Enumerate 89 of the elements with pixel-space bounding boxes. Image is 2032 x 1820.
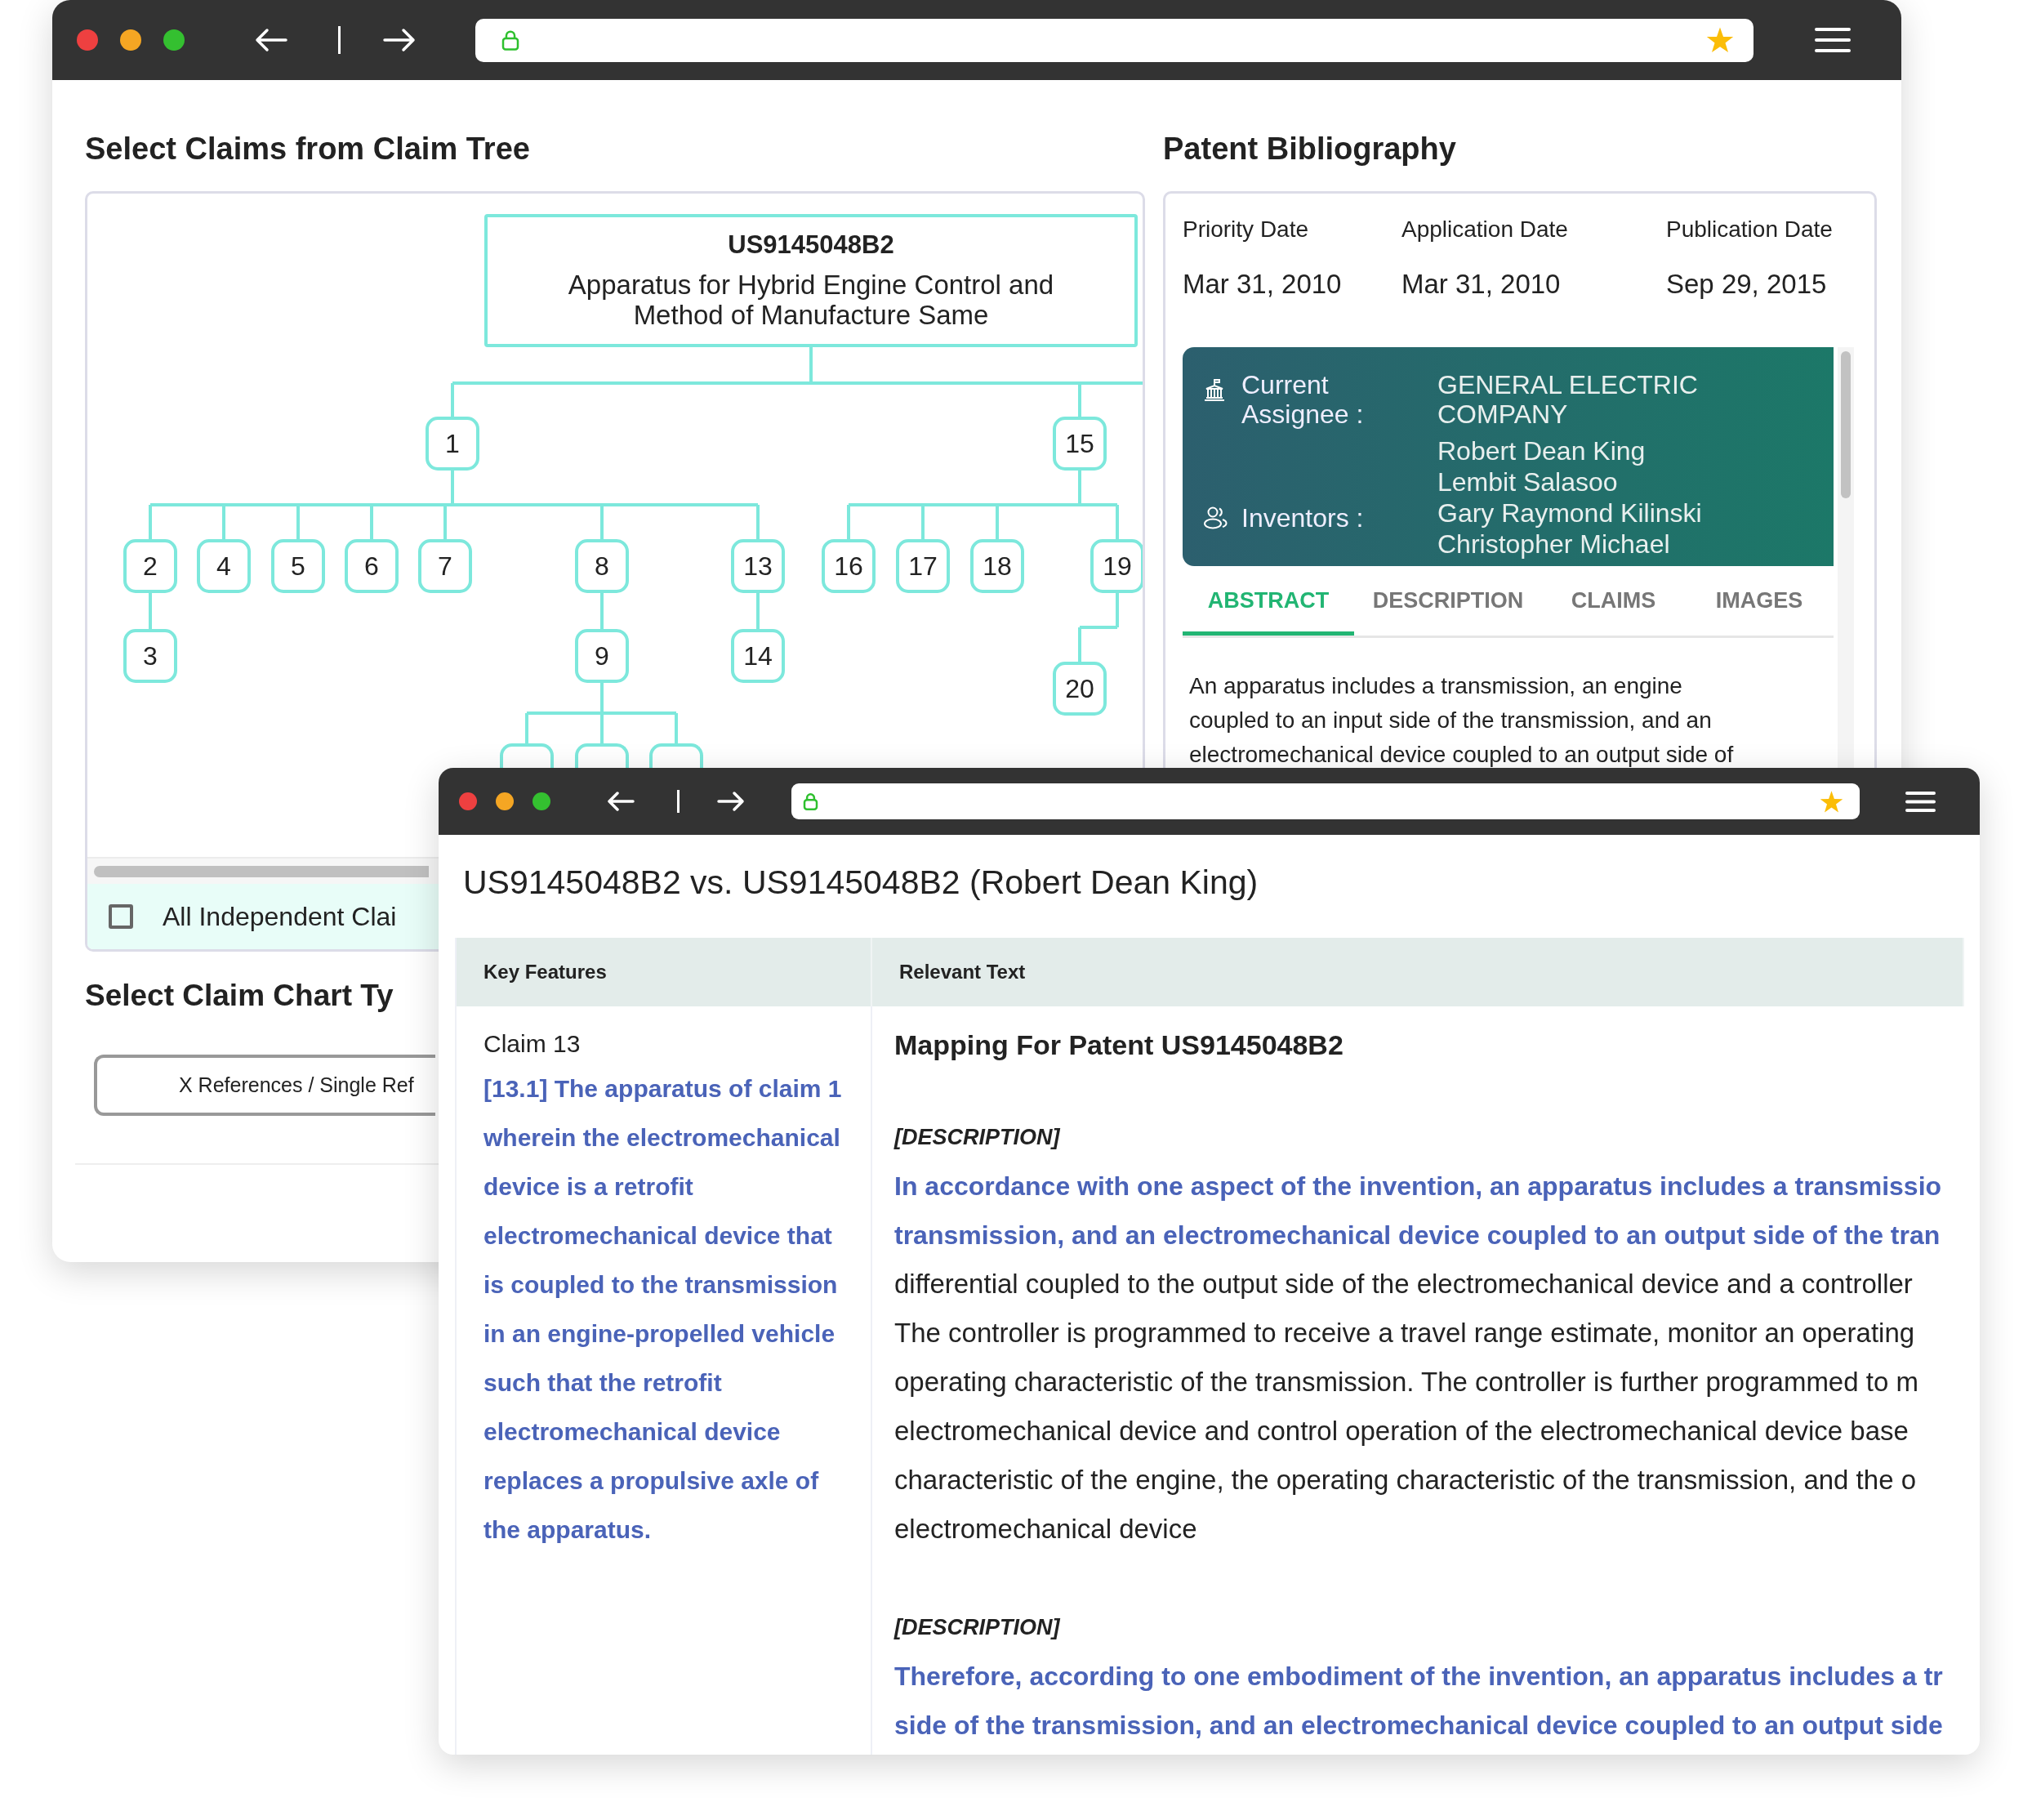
back-arrow-icon[interactable] [607, 791, 635, 812]
claim-node[interactable]: 14 [731, 629, 785, 683]
building-icon [1202, 378, 1227, 403]
highlighted-text: In accordance with one aspect of the invention, an apparatus includes a transmissio [894, 1171, 1943, 1202]
passage-text: electromechanical device and control operation of the electromechanical device base [894, 1415, 1909, 1448]
date-label: Application Date [1401, 216, 1569, 243]
highlighted-text: transmission, and an electromechanical device coupled to an output side of the tran [894, 1220, 1941, 1251]
inventor-name: Gary Raymond Kilinski [1437, 497, 1703, 529]
section-heading: Patent Bibliography [1163, 131, 1457, 167]
star-icon[interactable] [1706, 26, 1734, 54]
star-icon[interactable] [1820, 789, 1843, 814]
tab[interactable]: DESCRIPTION [1354, 566, 1542, 636]
claim-node[interactable]: 15 [1053, 417, 1107, 471]
highlighted-text: side of the transmission, and an electromechanical device coupled to an output side [894, 1710, 1944, 1742]
claim-node[interactable]: 2 [123, 539, 177, 593]
maximize-button[interactable] [533, 792, 550, 810]
connector-line [756, 591, 760, 631]
inventor-name: Christopher Michael [1437, 529, 1671, 560]
maximize-button[interactable] [163, 29, 185, 51]
scrollbar[interactable] [94, 865, 429, 877]
chart-type-button[interactable]: X References / Single Ref [94, 1055, 435, 1116]
source-label: [DESCRIPTION] [894, 1124, 1061, 1151]
claim-node[interactable] [575, 743, 629, 768]
page-title: US9145048B2 vs. US9145048B2 (Robert Dean King) [463, 863, 1259, 903]
abstract-text: electromechanical device coupled to an output side of [1189, 741, 1735, 769]
back-arrow-icon[interactable] [255, 28, 287, 52]
inventor-name: Lembit Salasoo [1437, 466, 1619, 497]
claim-node[interactable]: 17 [896, 539, 950, 593]
field-label: Current Assignee : [1241, 370, 1365, 430]
claim-node[interactable]: 1 [426, 417, 479, 471]
passage-text: characteristic of the engine, the operating characteristic of the transmission, and the o [894, 1464, 1918, 1497]
claim-node[interactable]: 3 [123, 629, 177, 683]
tab[interactable]: IMAGES [1685, 566, 1834, 636]
claim-node[interactable]: 6 [345, 539, 399, 593]
date-label: Publication Date [1666, 216, 1834, 243]
minimize-button[interactable] [120, 29, 141, 51]
date-value: Mar 31, 2010 [1401, 268, 1562, 301]
claim-node[interactable]: 4 [197, 539, 251, 593]
claim-node[interactable] [500, 743, 554, 768]
claim-node[interactable]: 20 [1053, 662, 1107, 716]
checkbox[interactable] [109, 904, 133, 929]
claim-node[interactable]: 13 [731, 539, 785, 593]
abstract-text: coupled to an input side of the transmission, and an [1189, 707, 1713, 734]
assignee-name: GENERAL ELECTRIC COMPANY [1437, 370, 1699, 429]
patent-node[interactable]: US9145048B2 Apparatus for Hybrid Engine Control and Method of Manufacture Same [484, 214, 1138, 347]
close-button[interactable] [459, 792, 477, 810]
scrollbar[interactable] [1841, 351, 1851, 498]
claim-node[interactable]: 8 [575, 539, 629, 593]
lock-icon [803, 792, 818, 810]
claim-text: [13.1] The apparatus of claim 1 wherein the electromechanical device is a retrofit electromechanical device that is coupled to the transmission in an engine-propelled vehicle such that the retrofit electromechanical device replaces a propulsive axle of the apparatus. [483, 1074, 843, 1545]
patent-number: US9145048B2 [728, 230, 894, 261]
forward-arrow-icon[interactable] [383, 28, 416, 52]
abstract-text: An apparatus includes a transmission, an engine [1189, 672, 1683, 700]
menu-icon[interactable] [1815, 27, 1851, 53]
date-value: Sep 29, 2015 [1666, 268, 1828, 301]
claim-node[interactable]: 16 [822, 539, 876, 593]
claim-label: Claim 13 [483, 1029, 582, 1059]
forward-arrow-icon[interactable] [717, 791, 745, 812]
connector-line [149, 591, 152, 631]
menu-icon[interactable] [1905, 790, 1936, 813]
lock-icon [501, 29, 519, 51]
date-label: Priority Date [1183, 216, 1310, 243]
passage-text: electromechanical device [894, 1513, 1198, 1546]
claim-node[interactable]: 5 [271, 539, 325, 593]
column-header: Relevant Text [872, 938, 1964, 1006]
column-header: Key Features [457, 938, 872, 1006]
claim-node[interactable]: 18 [970, 539, 1024, 593]
patent-title: Apparatus for Hybrid Engine Control and Method of Manufacture Same [567, 270, 1055, 330]
close-button[interactable] [77, 29, 98, 51]
claim-node[interactable]: 7 [418, 539, 472, 593]
passage-text: operating characteristic of the transmission. The controller is further programmed to m [894, 1366, 1919, 1398]
mapping-heading: Mapping For Patent US9145048B2 [894, 1028, 1344, 1062]
section-heading: Select Claim Chart Ty [85, 978, 394, 1014]
tab[interactable]: CLAIMS [1542, 566, 1685, 636]
claim-node[interactable]: 9 [575, 629, 629, 683]
claim-node[interactable] [649, 743, 703, 768]
date-value: Mar 31, 2010 [1183, 268, 1343, 301]
section-heading: Select Claims from Claim Tree [85, 131, 531, 167]
people-icon [1202, 506, 1228, 530]
inventor-name: Robert Dean King [1437, 435, 1647, 466]
minimize-button[interactable] [496, 792, 514, 810]
claim-node[interactable]: 19 [1090, 539, 1143, 593]
passage-text: differential coupled to the output side of the electromechanical device and a controller [894, 1268, 1914, 1300]
passage-text: The controller is programmed to receive a travel range estimate, monitor an operating [894, 1317, 1916, 1349]
connector-line [600, 591, 604, 631]
field-label: Inventors : [1241, 503, 1365, 533]
checkbox-label: All Independent Clai [163, 901, 397, 932]
source-label: [DESCRIPTION] [894, 1614, 1061, 1641]
highlighted-text: Therefore, according to one embodiment of the invention, an apparatus includes a tr [894, 1661, 1944, 1693]
